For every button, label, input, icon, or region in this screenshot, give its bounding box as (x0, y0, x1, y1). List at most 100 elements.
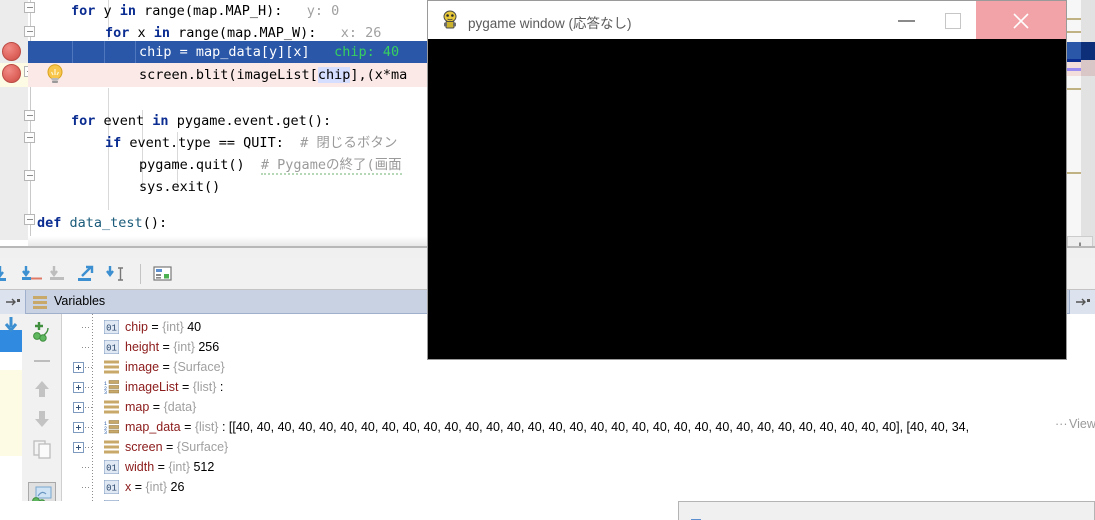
variable-type: {int} (145, 480, 168, 494)
variables-panel-title: Variables (54, 294, 106, 308)
pygame-canvas[interactable] (428, 39, 1066, 359)
int-var-icon: 01 (103, 479, 120, 495)
code-line-1[interactable]: for y in range(map.MAP_H): y: 0 (71, 0, 339, 22)
editor-scrollbar[interactable] (1081, 0, 1095, 258)
breakpoint-1[interactable] (2, 42, 21, 61)
int-var-icon: 01 (103, 319, 120, 335)
panel-collapse-left-button[interactable] (0, 290, 26, 314)
variable-text: imageList = {list} : (125, 380, 224, 394)
tree-dash (85, 387, 94, 388)
step-out-button[interactable] (78, 263, 100, 285)
tree-connector (92, 314, 93, 520)
rail-down-arrow-icon[interactable] (1, 315, 21, 335)
variable-text: map = {data} (125, 400, 197, 414)
variable-type: {list} (192, 380, 217, 394)
variable-type: {Surface} (176, 440, 229, 454)
variable-text: height = {int} 256 (125, 340, 220, 354)
fold-marker-1[interactable] (24, 2, 37, 15)
step-into-button[interactable] (22, 263, 44, 285)
bottom-right-panel[interactable] (678, 501, 1095, 520)
variable-text: x = {int} 26 (125, 480, 185, 494)
pygame-titlebar[interactable]: pygame window (応答なし) (428, 1, 1066, 39)
svg-text:01: 01 (106, 464, 117, 474)
variable-type: {list} (194, 420, 219, 434)
move-up-button[interactable] (31, 378, 53, 400)
breakpoint-2[interactable] (2, 64, 21, 83)
tree-dash (85, 427, 94, 428)
force-step-into-button[interactable] (50, 263, 72, 285)
variable-type: {int} (168, 460, 190, 474)
object-icon (104, 400, 119, 414)
variables-icon (33, 296, 47, 309)
variable-value: 26 (167, 480, 185, 494)
intention-bulb-icon[interactable] (46, 64, 64, 84)
fold-marker-7[interactable] (24, 214, 37, 227)
debugger-left-rail[interactable] (0, 314, 22, 520)
svg-text:01: 01 (106, 484, 117, 494)
tree-dash (82, 327, 91, 328)
code-line-8[interactable]: sys.exit() (139, 176, 220, 198)
fold-marker-5[interactable] (24, 132, 37, 145)
tree-dash (82, 347, 91, 348)
svg-text:3: 3 (104, 430, 107, 434)
int-var-icon: 01 (103, 459, 120, 475)
code-line-5[interactable]: for event in pygame.event.get(): (71, 110, 331, 132)
variable-name: chip (125, 320, 148, 334)
bottom-panel-icon (691, 513, 701, 520)
expand-toggle[interactable] (73, 422, 84, 433)
variable-name: imageList (125, 380, 179, 394)
variable-value: 512 (190, 460, 215, 474)
variable-text: width = {int} 512 (125, 460, 215, 474)
editor-minimap[interactable] (1065, 0, 1095, 258)
variable-type: {Surface} (173, 360, 225, 374)
variable-name: height (125, 340, 160, 354)
fold-marker-6[interactable] (24, 170, 37, 183)
panel-collapse-right-button[interactable] (1069, 290, 1095, 314)
pygame-maximize-button[interactable] (930, 1, 976, 39)
move-down-button[interactable] (31, 408, 53, 430)
svg-text:3: 3 (104, 390, 107, 394)
variable-value: : (219, 380, 224, 394)
step-over-button[interactable] (0, 263, 18, 285)
pygame-window[interactable]: pygame window (応答なし) (427, 0, 1067, 360)
variable-name: map_data (125, 420, 181, 434)
code-line-4[interactable]: screen.blit(imageList[chip],(x*ma (139, 64, 407, 86)
pygame-close-button[interactable] (976, 1, 1066, 39)
variable-value: 40 (183, 320, 202, 334)
variable-text: image = {Surface} (125, 360, 225, 374)
ide-debug-screen: for y in range(map.MAP_H): y: 0 for x in… (0, 0, 1095, 520)
remove-watch-button[interactable] (31, 350, 53, 372)
pygame-logo-icon (440, 10, 460, 30)
expand-toggle[interactable] (73, 362, 84, 373)
tree-dash (85, 367, 94, 368)
variables-toolbar[interactable] (22, 314, 62, 520)
run-to-cursor-button[interactable] (106, 263, 128, 285)
window-bottom-strip (0, 501, 678, 520)
expand-toggle[interactable] (73, 382, 84, 393)
copy-value-button[interactable] (31, 438, 53, 460)
fold-marker-4[interactable] (24, 110, 37, 123)
object-icon (104, 360, 119, 374)
code-line-3[interactable]: chip = map_data[y][x] chip: 40 (139, 41, 399, 63)
pygame-minimize-button[interactable] (884, 1, 930, 39)
tree-dash (82, 487, 91, 488)
int-var-icon: 01 (103, 339, 120, 355)
object-icon (104, 440, 119, 454)
variable-name: width (125, 460, 155, 474)
view-value-link[interactable]: View (1069, 417, 1095, 431)
code-line-6[interactable]: if event.type == QUIT: # 閉じるボタン (105, 132, 397, 154)
expand-toggle[interactable] (73, 442, 84, 453)
variable-value: 256 (194, 340, 220, 354)
variable-name: map (125, 400, 150, 414)
tree-dash (85, 407, 94, 408)
svg-text:01: 01 (106, 324, 117, 334)
code-line-9[interactable]: def data_test(): (37, 212, 167, 234)
new-watch-button[interactable] (31, 320, 53, 342)
variable-type: {int} (173, 340, 195, 354)
expand-toggle[interactable] (73, 402, 84, 413)
fold-marker-2[interactable] (24, 26, 37, 39)
variable-text: screen = {Surface} (125, 440, 229, 454)
variable-name: image (125, 360, 160, 374)
evaluate-expression-button[interactable] (152, 263, 174, 285)
code-line-7[interactable]: pygame.quit() # Pygameの終了(画面 (139, 154, 402, 176)
